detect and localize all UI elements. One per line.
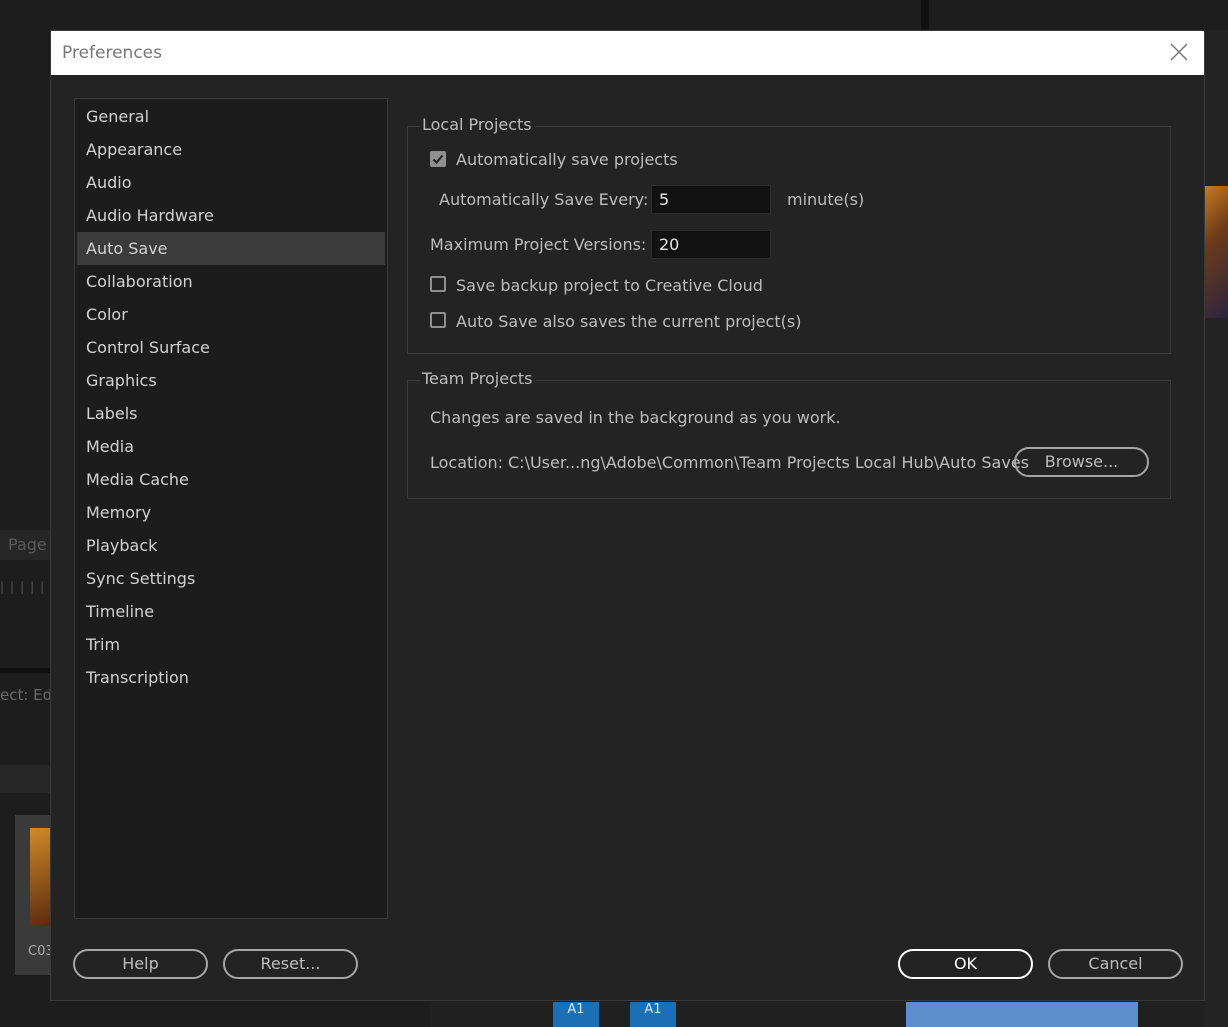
save-every-input[interactable]: 5 <box>651 185 771 214</box>
location-path: C:\User...ng\Adobe\Common\Team Projects … <box>508 453 1030 472</box>
browse-button[interactable]: Browse... <box>1014 447 1149 477</box>
preferences-dialog: Preferences General Appearance Audio Audio … <box>50 30 1205 1001</box>
bg-divider <box>921 0 929 30</box>
sidebar-item-playback[interactable]: Playback <box>77 529 385 562</box>
team-projects-legend: Team Projects <box>420 369 535 388</box>
preferences-category-list: General Appearance Audio Audio Hardware Auto… <box>74 98 388 919</box>
sidebar-item-appearance[interactable]: Appearance <box>77 133 385 166</box>
local-projects-legend: Local Projects <box>420 115 534 134</box>
cancel-button[interactable]: Cancel <box>1048 949 1183 979</box>
location-label: Location: <box>430 453 504 472</box>
title-bar: Preferences <box>51 31 1204 75</box>
bg-clip-thumbnail <box>30 828 50 926</box>
auto-save-checkbox[interactable] <box>430 151 446 167</box>
sidebar-item-audio-hardware[interactable]: Audio Hardware <box>77 199 385 232</box>
bg-band <box>0 765 50 793</box>
ok-button[interactable]: OK <box>898 949 1033 979</box>
reset-button[interactable]: Reset... <box>223 949 358 979</box>
save-current-label: Auto Save also saves the current project… <box>456 312 802 331</box>
bg-ruler-ticks: ||||| <box>0 580 51 594</box>
backup-cc-label: Save backup project to Creative Cloud <box>456 276 763 295</box>
bg-audio-waveform <box>906 1002 1138 1027</box>
sidebar-item-memory[interactable]: Memory <box>77 496 385 529</box>
sidebar-item-labels[interactable]: Labels <box>77 397 385 430</box>
auto-save-label: Automatically save projects <box>456 150 678 169</box>
sidebar-item-transcription[interactable]: Transcription <box>77 661 385 694</box>
bg-track-a1: A1 <box>553 1002 599 1027</box>
save-every-unit: minute(s) <box>787 190 865 209</box>
sidebar-item-control-surface[interactable]: Control Surface <box>77 331 385 364</box>
close-icon[interactable] <box>1168 41 1190 63</box>
help-button[interactable]: Help <box>73 949 208 979</box>
sidebar-item-media-cache[interactable]: Media Cache <box>77 463 385 496</box>
sidebar-item-color[interactable]: Color <box>77 298 385 331</box>
sidebar-item-sync-settings[interactable]: Sync Settings <box>77 562 385 595</box>
sidebar-item-general[interactable]: General <box>77 100 385 133</box>
sidebar-item-collaboration[interactable]: Collaboration <box>77 265 385 298</box>
category-list: General Appearance Audio Audio Hardware Auto… <box>75 99 387 694</box>
bg-project-label: ect: Edi <box>0 686 50 704</box>
backup-cc-checkbox[interactable] <box>430 276 446 292</box>
bg-separator <box>0 668 50 673</box>
sidebar-item-graphics[interactable]: Graphics <box>77 364 385 397</box>
bg-right-panel <box>1205 30 1228 1027</box>
team-projects-group: Team Projects Changes are saved in the b… <box>407 369 1171 499</box>
sidebar-item-media[interactable]: Media <box>77 430 385 463</box>
sidebar-item-trim[interactable]: Trim <box>77 628 385 661</box>
sidebar-item-timeline[interactable]: Timeline <box>77 595 385 628</box>
sidebar-item-audio[interactable]: Audio <box>77 166 385 199</box>
bg-thumbnail <box>1205 186 1228 318</box>
sidebar-item-auto-save[interactable]: Auto Save <box>77 232 385 265</box>
bg-track-a1-target: A1 <box>630 1002 676 1027</box>
bg-page-tab: Page <box>0 530 50 560</box>
dialog-title: Preferences <box>62 43 162 63</box>
local-projects-group: Local Projects Automatically save projec… <box>407 115 1171 354</box>
save-every-label: Automatically Save Every: <box>439 190 649 209</box>
max-versions-label: Maximum Project Versions: <box>430 235 647 254</box>
checkmark-icon <box>432 154 444 164</box>
team-projects-info: Changes are saved in the background as y… <box>430 408 841 427</box>
save-current-checkbox[interactable] <box>430 312 446 328</box>
max-versions-input[interactable]: 20 <box>651 230 771 259</box>
